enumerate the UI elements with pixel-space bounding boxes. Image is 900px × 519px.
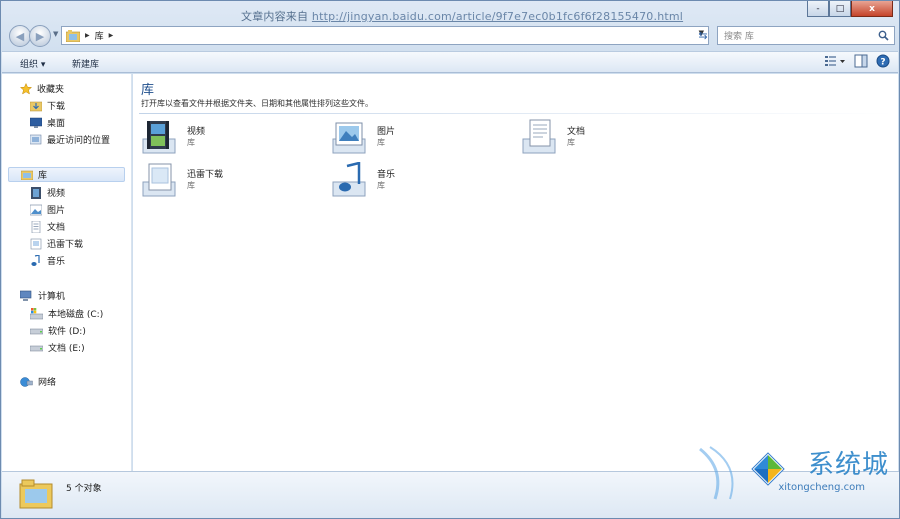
library-name: 文档 [567, 127, 586, 137]
recent-pages-dropdown[interactable]: ▼ [53, 30, 58, 38]
library-name: 视频 [187, 127, 206, 137]
item-count: 5 个对象 [66, 484, 102, 494]
back-arrow-icon: ◀ [15, 29, 25, 43]
documents-icon [31, 220, 41, 233]
command-bar: 组织 ▾ 新建库 ? [2, 51, 898, 73]
windows-logo-icon [751, 452, 785, 486]
new-library-button[interactable]: 新建库 [72, 57, 99, 70]
download-library-icon [142, 163, 176, 197]
sidebar-libraries-label: 库 [38, 171, 48, 181]
sidebar-item-label: 文档 (E:) [48, 344, 85, 354]
preview-pane-icon[interactable] [854, 54, 868, 68]
page-title: 库 [141, 83, 155, 98]
page-description: 打开库以查看文件并根据文件夹、日期和其他属性排列这些文件。 [141, 99, 373, 108]
forward-arrow-icon: ▶ [35, 29, 45, 43]
search-placeholder: 搜索 库 [724, 32, 754, 42]
sidebar-network[interactable]: 网络 [20, 374, 142, 389]
forward-button[interactable]: ▶ [29, 25, 51, 47]
back-button[interactable]: ◀ [9, 25, 31, 47]
breadcrumb-separator-icon[interactable]: ▶ [85, 32, 90, 39]
window-caption: 文章内容来自 http://jingyan.baidu.com/article/… [241, 8, 711, 24]
downloads-folder-icon [30, 101, 42, 111]
library-folder-icon [66, 29, 80, 42]
sidebar-item-label: 最近访问的位置 [47, 136, 111, 146]
content-area: 库 打开库以查看文件并根据文件夹、日期和其他属性排列这些文件。 视频 库 图片 … [133, 74, 898, 471]
close-button[interactable]: x [851, 1, 893, 17]
sidebar-favorites[interactable]: 收藏夹 [20, 81, 142, 96]
sidebar-network-label: 网络 [38, 378, 57, 388]
watermark-site: xitongcheng.com [778, 482, 865, 493]
refresh-button[interactable]: ⇆ [693, 26, 713, 45]
library-type: 库 [567, 138, 575, 147]
divider [139, 113, 894, 114]
maximize-button[interactable]: □ [829, 1, 851, 17]
search-icon[interactable] [878, 30, 889, 41]
pictures-icon [30, 204, 42, 215]
library-type: 库 [187, 181, 195, 190]
network-icon [20, 376, 33, 387]
breadcrumb-separator-icon[interactable]: ▶ [109, 32, 114, 39]
library-type: 库 [377, 181, 385, 190]
navigation-pane: 收藏夹 下载 桌面 最近访问的位置 库 视频 图片 文档 迅雷下载 音乐 计算机… [2, 74, 132, 471]
library-name: 迅雷下载 [187, 170, 224, 180]
documents-library-icon [522, 119, 556, 154]
download-folder-icon [30, 238, 42, 249]
address-bar[interactable]: ▶ 库 ▶ ▼ [61, 26, 709, 45]
library-item-music[interactable]: 音乐 库 [331, 162, 511, 200]
explorer-window: 文章内容来自 http://jingyan.baidu.com/article/… [0, 0, 900, 519]
watermark-brand: 系统城 [807, 450, 889, 480]
recent-places-icon [30, 134, 42, 144]
library-name: 图片 [377, 127, 396, 137]
video-library-icon [142, 121, 176, 154]
pictures-library-icon [332, 122, 366, 154]
caption-prefix: 文章内容来自 [241, 10, 309, 23]
video-icon [31, 186, 41, 199]
window-controls: - □ x [807, 1, 893, 17]
sidebar-computer-label: 计算机 [38, 292, 66, 302]
sidebar-item-label: 桌面 [47, 119, 66, 129]
organize-button[interactable]: 组织 ▾ [20, 57, 45, 70]
svg-text:?: ? [880, 58, 885, 68]
music-note-icon [31, 254, 40, 266]
desktop-icon [30, 117, 42, 128]
computer-icon [20, 290, 32, 301]
sidebar-item-label: 软件 (D:) [48, 327, 86, 337]
watermark: 系统城 xitongcheng.com [675, 442, 895, 512]
library-item-pictures[interactable]: 图片 库 [331, 119, 511, 157]
search-input[interactable]: 搜索 库 [717, 26, 895, 45]
sidebar-item-label: 本地磁盘 (C:) [48, 310, 104, 320]
sidebar-item-label: 迅雷下载 [47, 240, 84, 250]
help-icon[interactable]: ? [876, 54, 890, 68]
view-options-icon[interactable] [824, 54, 846, 68]
library-folder-icon [19, 479, 53, 509]
library-type: 库 [187, 138, 195, 147]
sidebar-item-label: 文档 [47, 223, 66, 233]
library-type: 库 [377, 138, 385, 147]
navigation-row: ◀ ▶ ▼ ▶ 库 ▶ ▼ ⇆ 搜索 库 [7, 25, 895, 47]
command-bar-right: ? [824, 54, 890, 68]
library-item-documents[interactable]: 文档 库 [521, 119, 701, 157]
sidebar-favorites-label: 收藏夹 [37, 85, 65, 95]
music-library-icon [332, 162, 366, 197]
sidebar-computer[interactable]: 计算机 [20, 288, 142, 303]
library-item-xunlei-downloads[interactable]: 迅雷下载 库 [141, 162, 321, 200]
minimize-button[interactable]: - [807, 1, 829, 17]
caption-url: http://jingyan.baidu.com/article/9f7e7ec… [311, 10, 684, 23]
system-drive-icon [30, 307, 43, 319]
library-name: 音乐 [377, 170, 396, 180]
sidebar-item-label: 音乐 [47, 257, 66, 267]
refresh-icon: ⇆ [698, 29, 708, 42]
hard-drive-icon [30, 328, 43, 334]
sidebar-libraries[interactable]: 库 [8, 167, 125, 182]
library-item-videos[interactable]: 视频 库 [141, 119, 321, 157]
hard-drive-icon [30, 345, 43, 351]
star-icon [20, 82, 32, 95]
breadcrumb-library[interactable]: 库 [95, 29, 104, 42]
sidebar-item-label: 视频 [47, 189, 66, 199]
library-folder-icon [21, 170, 33, 180]
sidebar-item-label: 图片 [47, 206, 66, 216]
sidebar-item-label: 下载 [47, 102, 66, 112]
